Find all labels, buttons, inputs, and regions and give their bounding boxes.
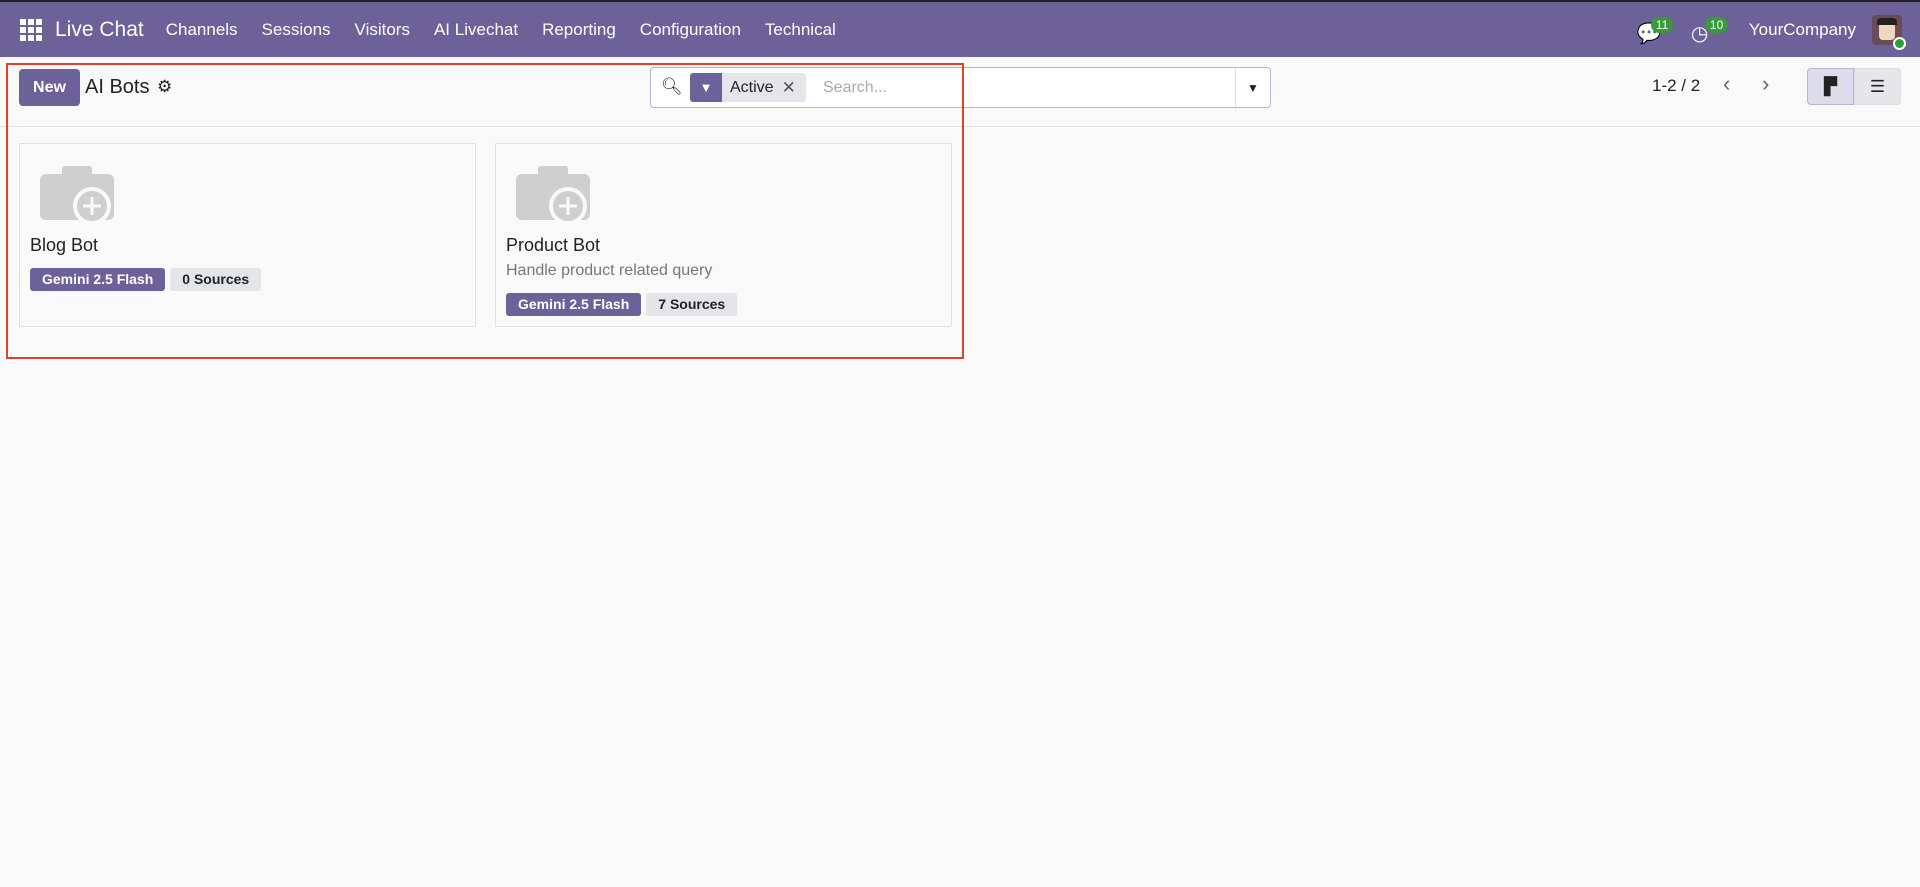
remove-facet-icon[interactable]: ✕ bbox=[782, 73, 806, 102]
menu-configuration[interactable]: Configuration bbox=[640, 20, 741, 40]
bot-name: Blog Bot bbox=[30, 235, 99, 255]
gear-icon[interactable]: ⚙ bbox=[157, 77, 172, 97]
app-name[interactable]: Live Chat bbox=[55, 18, 144, 42]
list-view-button[interactable]: ☰ bbox=[1854, 68, 1901, 105]
menu-technical[interactable]: Technical bbox=[765, 20, 836, 40]
kanban-card[interactable]: Product Bot Handle product related query… bbox=[495, 143, 952, 327]
camera-placeholder-icon bbox=[516, 166, 590, 222]
menu-channels[interactable]: Channels bbox=[166, 20, 238, 40]
activities-button[interactable]: ◷ 10 bbox=[1689, 15, 1729, 45]
menu-reporting[interactable]: Reporting bbox=[542, 20, 616, 40]
kanban-card[interactable]: Blog Bot Gemini 2.5 Flash 0 Sources bbox=[19, 143, 476, 327]
activities-badge: 10 bbox=[1704, 16, 1729, 33]
camera-placeholder-icon bbox=[40, 166, 114, 222]
messages-badge: 11 bbox=[1650, 16, 1674, 33]
previous-page-icon[interactable]: ‹ bbox=[1723, 71, 1730, 97]
facet-label: Active bbox=[730, 79, 774, 96]
bot-description: Handle product related query bbox=[506, 262, 713, 279]
app-menu-icon[interactable] bbox=[20, 18, 42, 41]
menu-ai-livechat[interactable]: AI Livechat bbox=[434, 20, 518, 40]
sources-tag: 7 Sources bbox=[646, 293, 738, 316]
navbar: Live Chat Channels Sessions Visitors AI … bbox=[0, 2, 1920, 57]
search-options-toggle[interactable]: ▼ bbox=[1235, 68, 1270, 107]
list-icon: ☰ bbox=[1869, 76, 1886, 96]
filter-facet: ▼ Active ✕ bbox=[690, 73, 806, 102]
menu-sessions[interactable]: Sessions bbox=[262, 20, 331, 40]
filter-icon: ▼ bbox=[690, 73, 722, 102]
control-panel: New AI Bots ⚙ 🔍︎ ▼ Active ✕ Search... ▼ … bbox=[0, 57, 1920, 127]
sources-tag: 0 Sources bbox=[170, 268, 262, 291]
page-title: AI Bots bbox=[85, 76, 150, 98]
model-tag: Gemini 2.5 Flash bbox=[30, 268, 166, 291]
search-input[interactable]: Search... bbox=[823, 79, 887, 97]
messages-button[interactable]: 💬 11 bbox=[1635, 15, 1675, 45]
new-button[interactable]: New bbox=[19, 69, 80, 106]
search-bar[interactable]: 🔍︎ ▼ Active ✕ Search... ▼ bbox=[650, 67, 1271, 108]
online-status-icon bbox=[1893, 37, 1906, 50]
menu-visitors[interactable]: Visitors bbox=[355, 20, 410, 40]
model-tag: Gemini 2.5 Flash bbox=[506, 293, 642, 316]
next-page-icon[interactable]: › bbox=[1762, 71, 1769, 97]
search-icon: 🔍︎ bbox=[661, 77, 683, 96]
pager-value[interactable]: 1-2 / 2 bbox=[1652, 76, 1700, 96]
company-switcher[interactable]: YourCompany bbox=[1749, 20, 1856, 40]
kanban-view-button[interactable]: ▛ bbox=[1807, 68, 1854, 105]
bot-name: Product Bot bbox=[506, 235, 601, 255]
kanban-icon: ▛ bbox=[1823, 76, 1838, 96]
